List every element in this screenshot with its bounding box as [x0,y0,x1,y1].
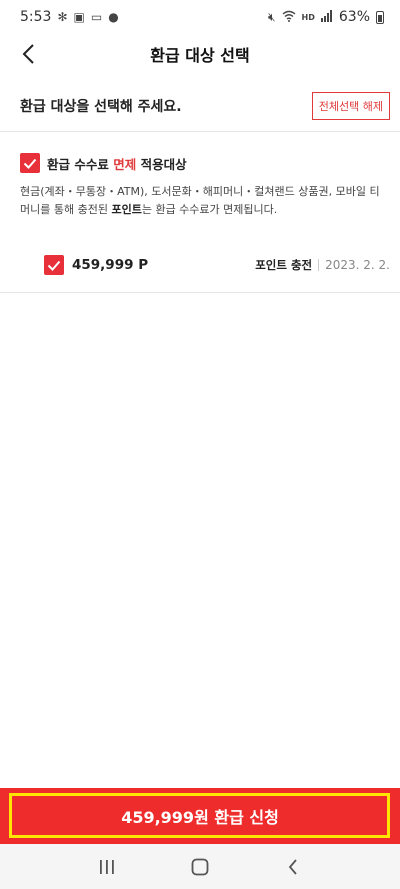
description-part2: 는 환급 수수료가 면제됩니다. [141,203,278,216]
app-header: 환급 대상 선택 [0,34,400,74]
group-label: 환급 수수료 면제 적용대상 [47,154,187,173]
wifi-icon [282,10,296,25]
refund-group: 환급 수수료 면제 적용대상 현금(계좌・무통장・ATM), 도서문화・해피머니… [0,133,400,293]
system-nav-bar [0,844,400,889]
item-checkbox[interactable] [44,255,64,275]
back-button[interactable] [14,40,42,68]
group-header: 환급 수수료 면제 적용대상 [20,153,187,173]
deselect-all-button[interactable]: 전체선택 해제 [311,91,390,120]
item-divider [318,259,320,271]
item-amount: 459,999 P [72,257,149,273]
home-icon [191,858,209,875]
back-nav-button[interactable] [273,852,313,882]
status-time: 5:53 [20,9,52,25]
recent-apps-icon [99,859,114,874]
instruction-text: 환급 대상을 선택해 주세요. [20,98,182,115]
signal-icon [320,9,333,25]
group-checkbox[interactable] [20,153,40,173]
check-icon [47,260,61,271]
battery-percent: 63% [338,9,370,25]
battery-icon [376,10,384,24]
card-icon: ▭ [90,10,103,24]
status-bar: 5:53 ✻ ▣ ▭ ● 🔇︎ HD 63% [0,0,400,34]
hd-icon: HD [301,12,315,22]
chevron-left-icon [289,858,297,875]
chevron-left-icon [22,44,34,64]
submit-label: 459,999원 환급 신청 [121,808,279,827]
selection-header: 환급 대상을 선택해 주세요. 전체선택 해제 [0,80,400,132]
group-label-suffix: 적용대상 [136,156,187,172]
refund-submit-button[interactable]: 459,999원 환급 신청 [0,788,400,844]
dot-icon: ● [108,10,119,24]
group-label-highlight: 면제 [113,156,137,172]
item-date: 2023. 2. 2. [325,258,390,272]
page-title: 환급 대상 선택 [150,46,250,65]
photo-icon: ▣ [73,10,85,24]
status-left: 5:53 ✻ ▣ ▭ ● [20,9,119,25]
mute-icon: 🔇︎ [267,9,276,24]
check-icon [23,158,37,169]
group-description: 현금(계좌・무통장・ATM), 도서문화・해피머니・컬쳐랜드 상품권, 모바일 … [20,183,386,219]
refund-item-row[interactable]: 459,999 P 포인트 충전 2023. 2. 2. [44,253,390,277]
description-bold: 포인트 [111,203,142,216]
settings-icon: ✻ [57,10,68,24]
recent-apps-button[interactable] [87,852,127,882]
item-type: 포인트 충전 [255,258,313,272]
status-right: 🔇︎ HD 63% [268,9,384,25]
home-button[interactable] [180,852,220,882]
group-label-prefix: 환급 수수료 [47,156,114,172]
